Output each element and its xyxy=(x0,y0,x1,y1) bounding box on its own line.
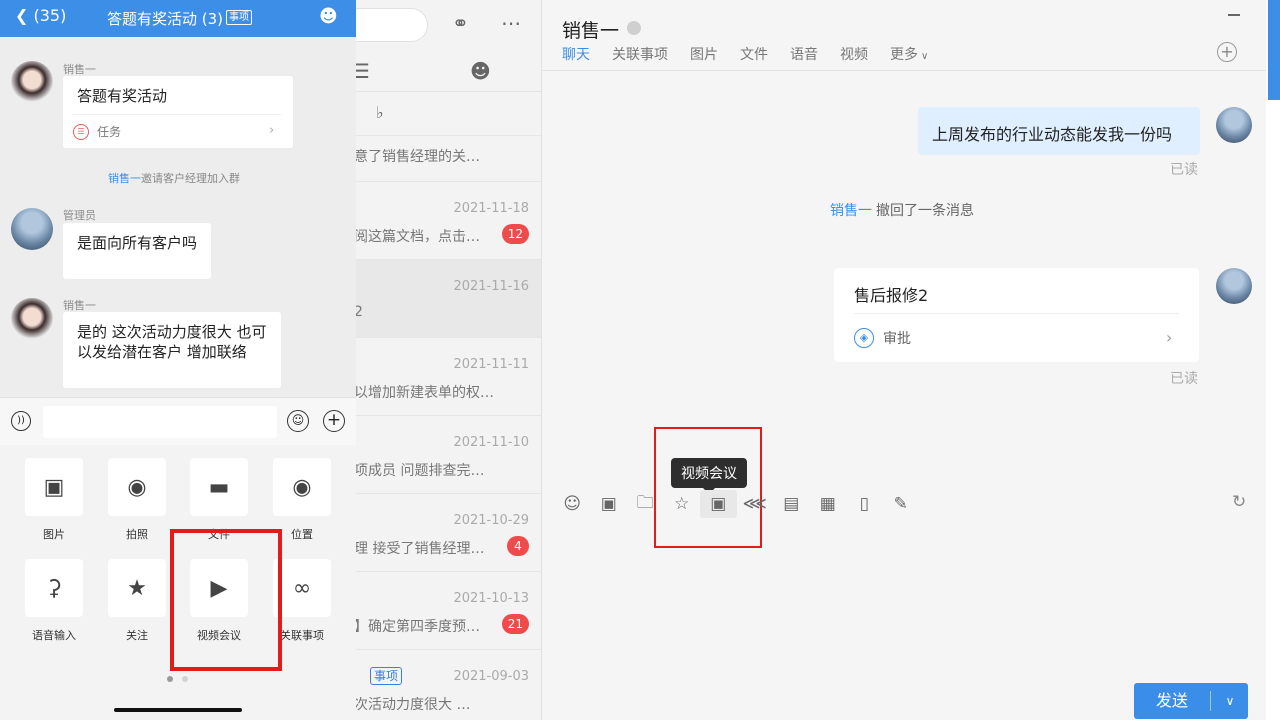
mobile-title: 答题有奖活动 (3) xyxy=(107,10,224,28)
tab-files[interactable]: 文件 xyxy=(740,44,768,64)
list-item[interactable]: 2021-10-29 理 接受了销售经理… 4 xyxy=(356,494,541,572)
filter-row: ♭ xyxy=(356,92,541,136)
chat-pane: 销售一 聊天 关联事项 图片 文件 语音 视频 更多 + 上周发布的行业动态能发… xyxy=(542,0,1266,720)
group-members-icon[interactable]: ☻ xyxy=(319,6,338,27)
history-icon[interactable]: ↻ xyxy=(1232,492,1246,512)
task-icon: ☰ xyxy=(73,124,89,140)
eraser-icon[interactable]: ✎ xyxy=(883,490,920,518)
unread-badge: 4 xyxy=(507,536,529,556)
list-item[interactable]: 2021-11-10 项成员 问题排查完… xyxy=(356,416,541,494)
mobile-message-list: 销售一 答题有奖活动 ☰ 任务 › 销售一邀请客户经理加入群 管理员 是面向所有… xyxy=(0,37,356,397)
read-status: 已读 xyxy=(1170,162,1198,178)
plus-icon[interactable]: + xyxy=(323,410,345,432)
chevron-right-icon: › xyxy=(1166,328,1173,347)
approval-icon: ◈ xyxy=(854,328,874,348)
list-item[interactable]: 2021-11-18 阅这篇文档，点击… 12 xyxy=(356,182,541,260)
back-button[interactable]: ❮ (35) xyxy=(15,6,66,25)
chat-list-icon[interactable]: ☰ xyxy=(356,61,370,81)
approval-card[interactable]: 售后报修2 ◈ 审批 › xyxy=(834,268,1199,362)
avatar[interactable] xyxy=(1216,107,1252,143)
home-indicator[interactable] xyxy=(114,708,242,712)
divider xyxy=(854,313,1179,314)
add-chat-icon[interactable]: ⚭ xyxy=(452,13,469,33)
mobile-nav-bar: ❮ (35) 答题有奖活动 (3) 事项 ☻ xyxy=(0,0,356,37)
unread-badge: 12 xyxy=(501,224,529,244)
divider xyxy=(73,114,281,115)
video-icon[interactable]: ▣ xyxy=(700,490,737,518)
star-icon[interactable]: ★ xyxy=(108,559,166,617)
read-status: 已读 xyxy=(1170,371,1198,387)
avatar[interactable] xyxy=(11,61,53,103)
message-bubble: 是面向所有客户吗 xyxy=(63,223,211,279)
contacts-icon[interactable]: ☻ xyxy=(470,61,491,81)
list-item[interactable]: 意了销售经理的关… xyxy=(356,136,541,182)
mobile-screen: ❮ (35) 答题有奖活动 (3) 事项 ☻ 销售一 答题有奖活动 ☰ 任务 ›… xyxy=(0,0,356,720)
tooltip: 视频会议 xyxy=(671,458,747,494)
mute-bell-icon[interactable]: ♭ xyxy=(376,105,384,121)
camera-icon[interactable]: ◉ xyxy=(108,458,166,516)
more-icon[interactable]: ⋯ xyxy=(501,13,521,33)
emoji-icon[interactable]: ☺ xyxy=(287,410,309,432)
list-item[interactable]: 2021-11-11 以增加新建表单的权… xyxy=(356,338,541,416)
right-edge xyxy=(1266,0,1280,720)
screenshot-icon[interactable]: ▣ xyxy=(591,490,628,518)
item-tag: 事项 xyxy=(370,667,403,685)
chevron-right-icon: › xyxy=(269,123,275,138)
location-icon[interactable]: ◉ xyxy=(273,458,331,516)
unread-badge: 21 xyxy=(501,614,529,634)
chat-tabs: 聊天 关联事项 图片 文件 语音 视频 更多 xyxy=(562,44,950,64)
search-input[interactable] xyxy=(356,8,428,42)
mobile-input-bar: )) ☺ + xyxy=(0,397,356,445)
mic-icon[interactable]: ⚳ xyxy=(25,559,83,617)
chat-title: 销售一 xyxy=(562,20,620,42)
highlight-box xyxy=(170,529,282,671)
avatar[interactable] xyxy=(11,208,53,250)
recall-notice: 销售一 撤回了一条消息 xyxy=(830,203,974,219)
status-indicator xyxy=(627,21,641,35)
list-item[interactable]: 2021-11-16 2 xyxy=(356,260,541,338)
avatar[interactable] xyxy=(11,298,53,340)
tab-video[interactable]: 视频 xyxy=(840,44,868,64)
recall-sender[interactable]: 销售一 xyxy=(830,203,872,219)
avatar[interactable] xyxy=(1216,268,1252,304)
message-bubble: 是的 这次活动力度很大 也可以发给潜在客户 增加联络 xyxy=(63,312,281,388)
message-input[interactable] xyxy=(43,406,277,438)
conversation-list: ⚭ ⋯ ☰ ☻ ♭ 意了销售经理的关… 2021-11-18 阅这篇文档，点击…… xyxy=(356,0,542,720)
list-item[interactable]: 2021-10-13 】确定第四季度预… 21 xyxy=(356,572,541,650)
list-item[interactable]: 事项 2021-09-03 次活动力度很大 … xyxy=(356,650,541,720)
divider xyxy=(542,70,1266,71)
folder-icon[interactable]: ▬ xyxy=(190,458,248,516)
input-toolbar: ☺ ▣ 🗀 ☆ ▣ ⋘ ▤ ▦ ▯ ✎ xyxy=(554,490,919,518)
system-notice: 销售一邀请客户经理加入群 xyxy=(108,172,240,185)
contact-card-icon[interactable]: ▦ xyxy=(810,490,847,518)
tab-images[interactable]: 图片 xyxy=(690,44,718,64)
minimize-button[interactable] xyxy=(1228,14,1240,16)
tab-voice[interactable]: 语音 xyxy=(790,44,818,64)
image-icon[interactable]: ▣ xyxy=(25,458,83,516)
add-icon[interactable]: + xyxy=(1217,42,1237,62)
shake-icon[interactable]: ▯ xyxy=(846,490,883,518)
list-tabs: ☰ ☻ xyxy=(356,52,541,92)
chevron-down-icon[interactable]: ∨ xyxy=(1212,683,1248,719)
star-icon[interactable]: ☆ xyxy=(664,490,701,518)
task-card[interactable]: 答题有奖活动 ☰ 任务 › xyxy=(63,76,293,148)
send-button[interactable]: 发送 ∨ xyxy=(1134,683,1248,719)
share-icon[interactable]: ⋘ xyxy=(737,490,774,518)
voice-icon[interactable]: )) xyxy=(11,411,31,431)
tab-related[interactable]: 关联事项 xyxy=(612,44,668,64)
outgoing-message: 上周发布的行业动态能发我一份吗 xyxy=(918,107,1200,155)
divider xyxy=(1210,691,1211,711)
tab-more[interactable]: 更多 xyxy=(890,44,928,64)
doc-icon[interactable]: ▤ xyxy=(773,490,810,518)
emoji-icon[interactable]: ☺ xyxy=(554,490,591,518)
folder-icon[interactable]: 🗀 xyxy=(627,490,664,518)
tab-chat[interactable]: 聊天 xyxy=(562,44,590,64)
title-tag: 事项 xyxy=(226,10,252,25)
